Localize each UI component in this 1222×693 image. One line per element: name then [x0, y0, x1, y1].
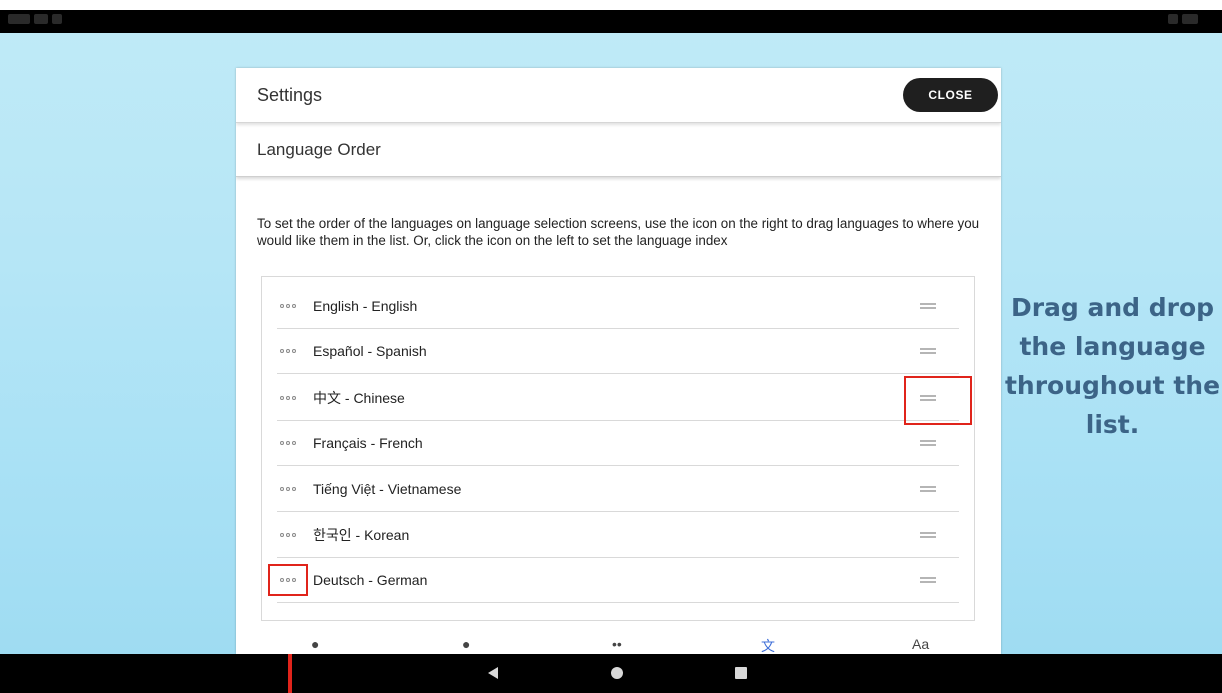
language-row-vietnamese[interactable]: Tiếng Việt - Vietnamese [277, 467, 959, 512]
font-size-icon[interactable]: Aa [912, 636, 929, 652]
battery-icon [1168, 14, 1202, 24]
close-button[interactable]: CLOSE [903, 78, 998, 112]
language-label: Français - French [313, 435, 423, 451]
dots-icon[interactable] [280, 348, 300, 354]
language-label: Deutsch - German [313, 572, 428, 588]
status-icons [8, 14, 88, 26]
navigation-bar [0, 654, 1222, 693]
panel-header: Settings CLOSE [236, 68, 1001, 123]
panel-title: Settings [257, 84, 323, 105]
drag-handle-icon[interactable] [920, 348, 936, 354]
home-icon[interactable] [611, 667, 623, 679]
language-row-french[interactable]: Français - French [277, 421, 959, 466]
back-icon[interactable] [488, 667, 498, 679]
screen: Settings CLOSE Language Order To set the… [0, 0, 1222, 693]
language-row-spanish[interactable]: Español - Spanish [277, 329, 959, 374]
drag-handle-icon[interactable] [920, 303, 936, 309]
recent-apps-icon[interactable] [735, 667, 747, 679]
language-row-chinese[interactable]: 中文 - Chinese [277, 376, 959, 421]
dots-icon[interactable] [280, 395, 300, 401]
dots-icon[interactable] [280, 303, 300, 309]
settings-panel: Settings CLOSE Language Order To set the… [236, 68, 1001, 654]
language-label: 한국인 - Korean [313, 527, 410, 543]
bottom-tab-bar: ● ● •• 文 Aa [236, 628, 1001, 654]
drag-handle-icon[interactable] [920, 486, 936, 492]
drag-handle-icon[interactable] [920, 440, 936, 446]
instructions-text: To set the order of the languages on lan… [257, 216, 980, 248]
translate-icon[interactable]: 文 [761, 636, 775, 654]
status-bar [0, 0, 1222, 33]
drag-handle-icon[interactable] [920, 577, 936, 583]
language-row-german[interactable]: Deutsch - German [277, 558, 959, 603]
language-label: 中文 - Chinese [313, 390, 405, 406]
dots-icon[interactable] [280, 486, 300, 492]
index-icon-highlight [268, 564, 308, 596]
language-row-english[interactable]: English - English [277, 284, 959, 329]
language-label: English - English [313, 298, 418, 314]
annotation-text: Drag and drop the language throughout th… [1004, 293, 1221, 439]
tab-icon[interactable]: •• [612, 636, 622, 652]
language-list: English - English Español - Spanish 中文 -… [261, 276, 975, 621]
pointer-line [288, 654, 292, 693]
section-title: Language Order [236, 123, 1001, 177]
language-label: Español - Spanish [313, 343, 427, 359]
dots-icon[interactable] [280, 440, 300, 446]
drag-handle-icon[interactable] [920, 532, 936, 538]
language-row-korean[interactable]: 한국인 - Korean [277, 513, 959, 558]
tab-icon[interactable]: ● [462, 636, 470, 652]
language-label: Tiếng Việt - Vietnamese [313, 481, 462, 497]
status-bar-top-edge [0, 0, 1222, 10]
tab-icon[interactable]: ● [311, 636, 319, 652]
drag-handle-highlight [904, 376, 972, 425]
dots-icon[interactable] [280, 532, 300, 538]
